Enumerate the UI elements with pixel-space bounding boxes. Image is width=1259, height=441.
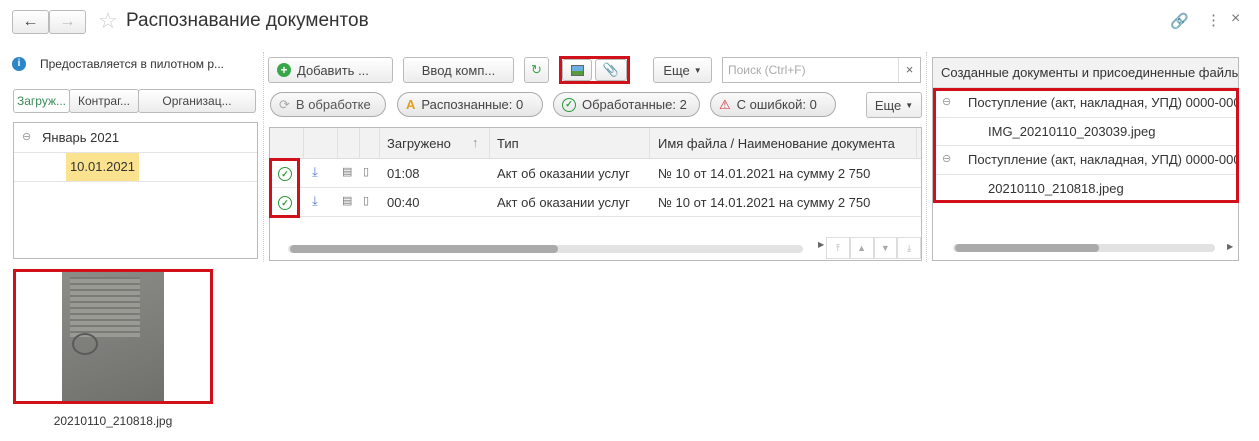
first-row-button[interactable]: ⤒ <box>826 237 850 259</box>
page-title: Распознавание документов <box>126 10 369 31</box>
plus-icon: + <box>277 63 291 77</box>
filters-more-button[interactable]: Еще ▼ <box>866 92 922 118</box>
row-navigation: ⤒ ▲ ▼ ⤓ <box>826 237 921 259</box>
scrollbar-thumb[interactable] <box>955 244 1099 252</box>
more-button[interactable]: Еще ▼ <box>653 57 712 83</box>
panel-header: Созданные документы и присоединенные фай… <box>933 58 1238 88</box>
tree-group[interactable]: Январь 2021 <box>42 130 119 145</box>
tab-counterparty[interactable]: Контраг... <box>69 89 139 113</box>
add-button[interactable]: + Добавить ... <box>268 57 393 83</box>
table-row[interactable]: ✓ ⤓ ▤ ▯ 00:40 Акт об оказании услуг № 10… <box>270 188 921 217</box>
search-input[interactable]: Поиск (Ctrl+F) × <box>722 57 921 83</box>
clear-search-button[interactable]: × <box>898 58 920 82</box>
scrollbar-thumb[interactable] <box>290 245 558 253</box>
arrow-left-icon: ← <box>22 13 39 30</box>
tab-loaded[interactable]: Загруж... <box>13 89 70 113</box>
warning-icon: ⚠ <box>719 96 731 112</box>
filter-processing[interactable]: ⟳ В обработке <box>270 92 386 117</box>
table-row[interactable]: ✓ ⤓ ▤ ▯ 01:08 Акт об оказании услуг № 10… <box>270 159 921 188</box>
tree-date[interactable]: 10.01.2021 <box>66 153 139 181</box>
forward-button[interactable]: → <box>49 10 86 34</box>
back-button[interactable]: ← <box>12 10 49 34</box>
header-type[interactable]: Тип <box>497 136 519 151</box>
link-icon[interactable]: 🔗 <box>1170 12 1189 30</box>
document-icon[interactable]: ▯ <box>363 194 369 207</box>
header-loaded[interactable]: Загружено <box>387 136 451 151</box>
status-highlight <box>269 158 300 218</box>
filter-errors[interactable]: ⚠ С ошибкой: 0 <box>710 92 836 117</box>
star-icon[interactable]: ☆ <box>98 8 118 34</box>
arrow-right-icon: → <box>59 13 76 30</box>
info-text: Предоставляется в пилотном р... <box>40 57 225 71</box>
check-circle-icon: ✓ <box>562 97 576 112</box>
splitter[interactable] <box>926 52 927 262</box>
toolbar-highlight <box>559 56 630 84</box>
info-icon: i <box>12 57 26 71</box>
download-icon[interactable]: ⤓ <box>312 164 318 180</box>
recognize-icon: A <box>406 97 416 112</box>
last-row-button[interactable]: ⤓ <box>897 237 921 259</box>
more-icon[interactable]: ⋮ <box>1206 11 1221 29</box>
sync-icon: ⟳ <box>279 96 290 112</box>
copy-icon[interactable]: ▤ <box>342 194 352 207</box>
filter-processed[interactable]: ✓ Обработанные: 2 <box>553 92 700 117</box>
preview-highlight <box>13 269 213 404</box>
copy-icon[interactable]: ▤ <box>342 165 352 178</box>
download-icon[interactable]: ⤓ <box>312 193 318 209</box>
preview-caption: 20210110_210818.jpg <box>53 414 173 428</box>
created-docs-highlight <box>933 88 1239 203</box>
filter-recognized[interactable]: A Распознанные: 0 <box>397 92 543 117</box>
prev-row-button[interactable]: ▲ <box>849 237 874 259</box>
sort-asc-icon: ↑ <box>472 135 479 150</box>
documents-table: Загружено ↑ Тип Имя файла / Наименование… <box>269 127 922 261</box>
splitter[interactable] <box>263 52 264 262</box>
collapse-icon[interactable]: ⊖ <box>22 130 31 143</box>
caret-down-icon: ▼ <box>905 100 914 110</box>
next-row-button[interactable]: ▼ <box>873 237 898 259</box>
tab-organization[interactable]: Организац... <box>138 89 256 113</box>
close-icon[interactable]: × <box>1231 10 1240 28</box>
refresh-button[interactable]: ↻ <box>524 57 549 83</box>
header-name[interactable]: Имя файла / Наименование документа <box>658 136 895 151</box>
date-tree: ⊖ Январь 2021 10.01.2021 <box>13 122 258 259</box>
refresh-icon: ↻ <box>531 62 542 77</box>
document-icon[interactable]: ▯ <box>363 165 369 178</box>
caret-down-icon: ▼ <box>693 65 702 75</box>
manual-entry-button[interactable]: Ввод комп... <box>403 57 514 83</box>
